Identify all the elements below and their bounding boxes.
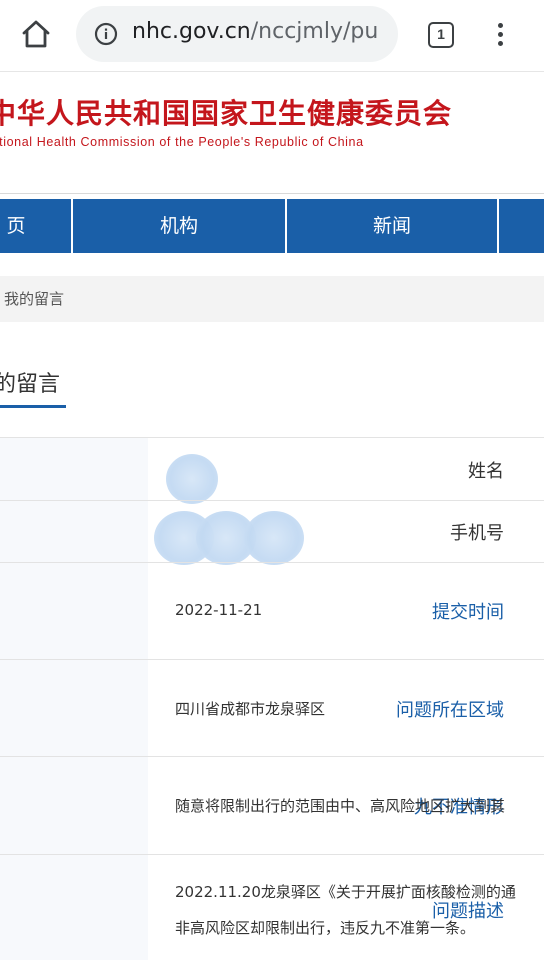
label-cell <box>0 501 148 562</box>
site-title-en: National Health Commission of the People… <box>0 135 364 149</box>
nav-divider <box>497 199 499 253</box>
submit-time-value: 2022-11-21 <box>175 601 263 619</box>
address-bar[interactable]: nhc.gov.cn/nccjmly/pu <box>76 6 398 62</box>
submit-time-label: 提交时间 <box>432 602 504 623</box>
home-icon[interactable] <box>18 16 54 52</box>
nav-item-home[interactable]: 页 <box>0 199 72 253</box>
site-title-cn: 中华人民共和国国家卫生健康委员会 <box>0 97 453 130</box>
table-row-nine-prohibitions: 九不准情形 随意将限制出行的范围由中、高风险地区扩大到其 <box>0 756 544 854</box>
description-line-1: 2022.11.20龙泉驿区《关于开展扩面核酸检测的通 <box>175 883 516 901</box>
site-header: 中华人民共和国国家卫生健康委员会 National Health Commiss… <box>0 72 544 194</box>
url-text: nhc.gov.cn/nccjmly/pu <box>132 19 388 44</box>
main-nav: 页 机构 新闻 <box>0 199 544 253</box>
label-cell <box>0 660 148 756</box>
redacted-phone <box>244 511 304 565</box>
table-row-region: 问题所在区域 四川省成都市龙泉驿区 <box>0 659 544 756</box>
browser-toolbar: nhc.gov.cn/nccjmly/pu 1 <box>0 0 544 72</box>
tabs-icon[interactable]: 1 <box>428 22 454 48</box>
nav-item-organization[interactable]: 机构 <box>73 199 285 253</box>
redacted-name <box>166 454 218 504</box>
nav-item-news[interactable]: 新闻 <box>287 199 497 253</box>
info-icon[interactable] <box>94 22 118 46</box>
label-cell <box>0 855 148 960</box>
url-host: nhc.gov.cn <box>132 19 251 44</box>
region-label: 问题所在区域 <box>396 700 504 721</box>
nine-prohibitions-value: 随意将限制出行的范围由中、高风险地区扩大到其 <box>175 797 506 815</box>
url-path: /nccjmly/pu <box>250 19 379 44</box>
more-vert-icon[interactable] <box>490 20 510 52</box>
table-row-name: 姓名 <box>0 437 544 504</box>
label-cell <box>0 438 148 500</box>
region-value: 四川省成都市龙泉驿区 <box>175 700 326 718</box>
table-row-description: 问题描述 2022.11.20龙泉驿区《关于开展扩面核酸检测的通 非高风险区却限… <box>0 854 544 960</box>
breadcrumb[interactable]: 我的留言 <box>0 276 544 322</box>
name-label: 姓名 <box>468 461 504 482</box>
label-cell <box>0 757 148 854</box>
description-line-2: 非高风险区却限制出行，违反九不准第一条。 <box>175 919 476 937</box>
page-title: 的留言 <box>0 372 61 397</box>
phone-label: 手机号 <box>450 523 504 544</box>
table-row-submit-time: 提交时间 2022-11-21 <box>0 562 544 659</box>
page-title-underline <box>0 405 66 408</box>
label-cell <box>0 563 148 659</box>
table-row-phone: 手机号 <box>0 500 544 565</box>
